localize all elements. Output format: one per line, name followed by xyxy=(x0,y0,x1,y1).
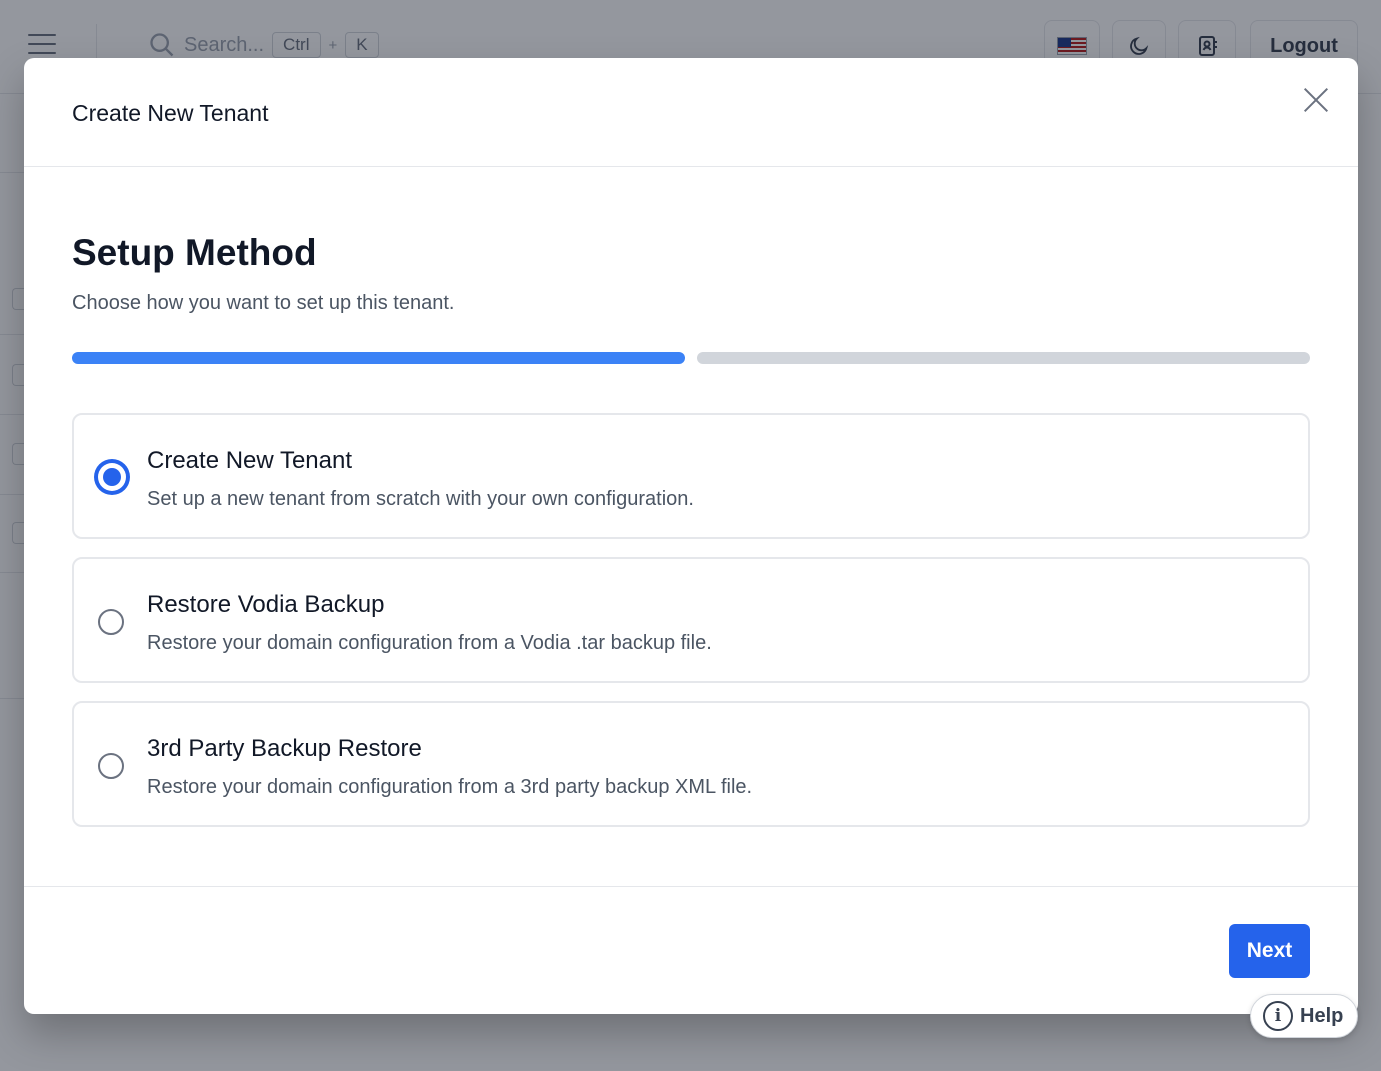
option-restore-vodia-backup[interactable]: Restore Vodia Backup Restore your domain… xyxy=(72,557,1310,683)
modal-footer: Next xyxy=(24,886,1358,1014)
step-subtitle: Choose how you want to set up this tenan… xyxy=(72,292,455,314)
step-progress xyxy=(72,352,1310,364)
radio-unselected[interactable] xyxy=(98,753,124,779)
option-create-new-tenant[interactable]: Create New Tenant Set up a new tenant fr… xyxy=(72,413,1310,539)
progress-step-2 xyxy=(697,352,1310,364)
next-button[interactable]: Next xyxy=(1229,924,1310,978)
option-title: Restore Vodia Backup xyxy=(147,591,385,618)
option-title: 3rd Party Backup Restore xyxy=(147,735,422,762)
progress-step-1 xyxy=(72,352,685,364)
option-description: Restore your domain configuration from a… xyxy=(147,776,753,798)
modal-title: Create New Tenant xyxy=(72,100,269,126)
option-description: Restore your domain configuration from a… xyxy=(147,632,712,654)
help-button[interactable]: i Help xyxy=(1250,994,1358,1038)
help-label: Help xyxy=(1300,1004,1344,1027)
option-title: Create New Tenant xyxy=(147,447,353,474)
close-icon[interactable] xyxy=(1302,86,1330,114)
create-tenant-modal: Create New Tenant Setup Method Choose ho… xyxy=(24,58,1358,1014)
option-third-party-backup-restore[interactable]: 3rd Party Backup Restore Restore your do… xyxy=(72,701,1310,827)
modal-header: Create New Tenant xyxy=(24,58,1358,167)
radio-selected[interactable] xyxy=(94,459,130,495)
info-icon: i xyxy=(1263,1001,1293,1031)
option-description: Set up a new tenant from scratch with yo… xyxy=(147,488,694,510)
step-title: Setup Method xyxy=(72,232,317,273)
radio-unselected[interactable] xyxy=(98,609,124,635)
